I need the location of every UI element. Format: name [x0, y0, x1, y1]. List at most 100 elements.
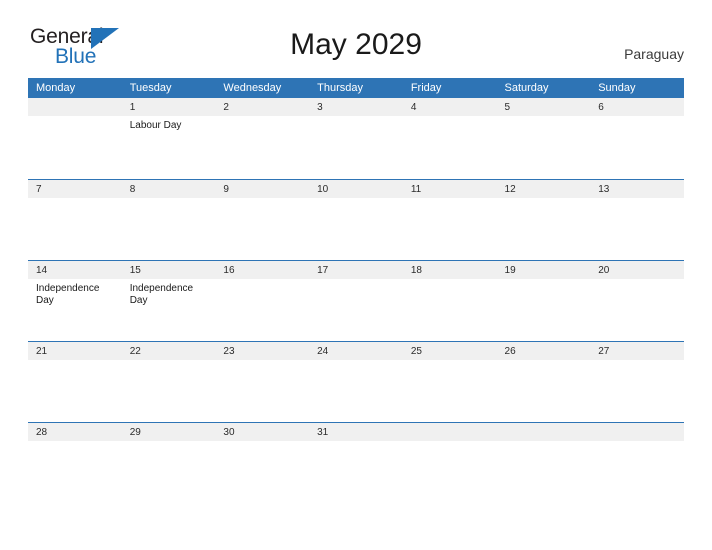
day-number: 15 [121, 260, 216, 279]
day-event [403, 116, 497, 120]
day-event [28, 198, 122, 202]
day-cell[interactable]: 27 [590, 340, 684, 422]
day-cell[interactable]: 18 [402, 259, 497, 341]
day-number: 13 [590, 179, 684, 198]
day-number: 11 [402, 179, 497, 198]
day-number [590, 422, 684, 441]
day-number [496, 422, 591, 441]
day-event [309, 360, 403, 364]
day-cell[interactable]: 9 [215, 178, 310, 260]
weekday-header-monday: Monday [28, 78, 122, 98]
day-cell[interactable]: 1 Labour Day [121, 98, 216, 179]
day-cell[interactable]: 25 [402, 340, 497, 422]
day-event [215, 441, 309, 445]
day-cell[interactable]: 10 [309, 178, 403, 260]
day-number: 8 [121, 179, 216, 198]
day-cell[interactable]: 13 [590, 178, 684, 260]
day-number: 28 [28, 422, 122, 441]
day-cell[interactable]: 31 [309, 421, 403, 503]
day-number [28, 98, 122, 116]
calendar-page: General Blue May 2029 Paraguay Monday Tu… [0, 0, 712, 550]
day-number: 25 [402, 341, 497, 360]
day-cell[interactable] [590, 421, 684, 503]
day-cell[interactable]: 22 [121, 340, 216, 422]
day-event [122, 360, 216, 364]
day-cell[interactable]: 2 [215, 98, 310, 179]
day-cell[interactable]: 5 [496, 98, 591, 179]
day-cell[interactable]: 30 [215, 421, 310, 503]
day-cell[interactable]: 4 [402, 98, 497, 179]
day-event [122, 198, 216, 202]
day-cell[interactable]: 21 [28, 340, 122, 422]
day-event [215, 360, 309, 364]
day-cell[interactable]: 28 [28, 421, 122, 503]
day-cell[interactable] [496, 421, 591, 503]
day-cell[interactable] [28, 98, 122, 179]
day-event: Independence Day [129, 282, 194, 307]
day-number: 18 [402, 260, 497, 279]
day-cell[interactable]: 24 [309, 340, 403, 422]
weekday-header-sunday: Sunday [590, 78, 684, 98]
day-number: 2 [215, 98, 310, 116]
day-cell[interactable]: 26 [496, 340, 591, 422]
day-cell[interactable] [402, 421, 497, 503]
day-cell[interactable]: 12 [496, 178, 591, 260]
page-header: General Blue May 2029 Paraguay [0, 0, 712, 67]
page-title: May 2029 [290, 28, 422, 61]
day-number: 24 [309, 341, 403, 360]
day-cell[interactable]: 3 [309, 98, 403, 179]
day-cell[interactable]: 16 [215, 259, 310, 341]
day-cell[interactable]: 6 [590, 98, 684, 179]
day-cell[interactable]: 29 [121, 421, 216, 503]
day-number: 3 [309, 98, 403, 116]
day-event [497, 198, 591, 202]
week-row: 21 22 23 24 25 26 27 [28, 340, 684, 422]
day-cell[interactable]: 23 [215, 340, 310, 422]
day-number: 30 [215, 422, 310, 441]
day-number: 1 [121, 98, 216, 116]
month-calendar: Monday Tuesday Wednesday Thursday Friday… [28, 78, 684, 503]
day-event [590, 198, 684, 202]
day-event [309, 198, 403, 202]
day-number: 31 [309, 422, 403, 441]
day-cell[interactable]: 11 [402, 178, 497, 260]
day-number: 12 [496, 179, 591, 198]
day-cell[interactable]: 20 [590, 259, 684, 341]
day-event [215, 279, 309, 283]
day-number: 27 [590, 341, 684, 360]
day-event [28, 360, 122, 364]
day-number: 29 [121, 422, 216, 441]
day-event: Independence Day [36, 282, 100, 307]
weekday-header-friday: Friday [402, 78, 497, 98]
day-cell[interactable]: 15 Independence Day [121, 259, 216, 341]
day-event [590, 360, 684, 364]
day-number: 17 [309, 260, 403, 279]
day-event [309, 441, 403, 445]
day-number: 20 [590, 260, 684, 279]
day-event [590, 441, 684, 445]
weekday-header-row: Monday Tuesday Wednesday Thursday Friday… [28, 78, 684, 98]
day-number: 26 [496, 341, 591, 360]
day-event [403, 441, 497, 445]
day-event: Labour Day [129, 120, 182, 131]
day-cell[interactable]: 19 [496, 259, 591, 341]
day-number: 23 [215, 341, 310, 360]
day-cell[interactable]: 8 [121, 178, 216, 260]
day-event [28, 441, 122, 445]
weekday-header-wednesday: Wednesday [215, 78, 310, 98]
day-number: 6 [590, 98, 684, 116]
week-row: 1 Labour Day 2 3 4 5 6 [28, 98, 684, 179]
day-event [403, 279, 497, 283]
calendar-body: 1 Labour Day 2 3 4 5 6 7 8 9 10 11 12 13 … [28, 98, 684, 503]
day-cell[interactable]: 14 Independence Day [28, 259, 122, 341]
day-event [497, 116, 591, 120]
day-cell[interactable]: 17 [309, 259, 403, 341]
day-number: 10 [309, 179, 403, 198]
day-number: 19 [496, 260, 591, 279]
day-number: 16 [215, 260, 310, 279]
day-number: 4 [402, 98, 497, 116]
day-cell[interactable]: 7 [28, 178, 122, 260]
week-row: 28 29 30 31 [28, 421, 684, 503]
day-event [215, 198, 309, 202]
day-event [497, 441, 591, 445]
